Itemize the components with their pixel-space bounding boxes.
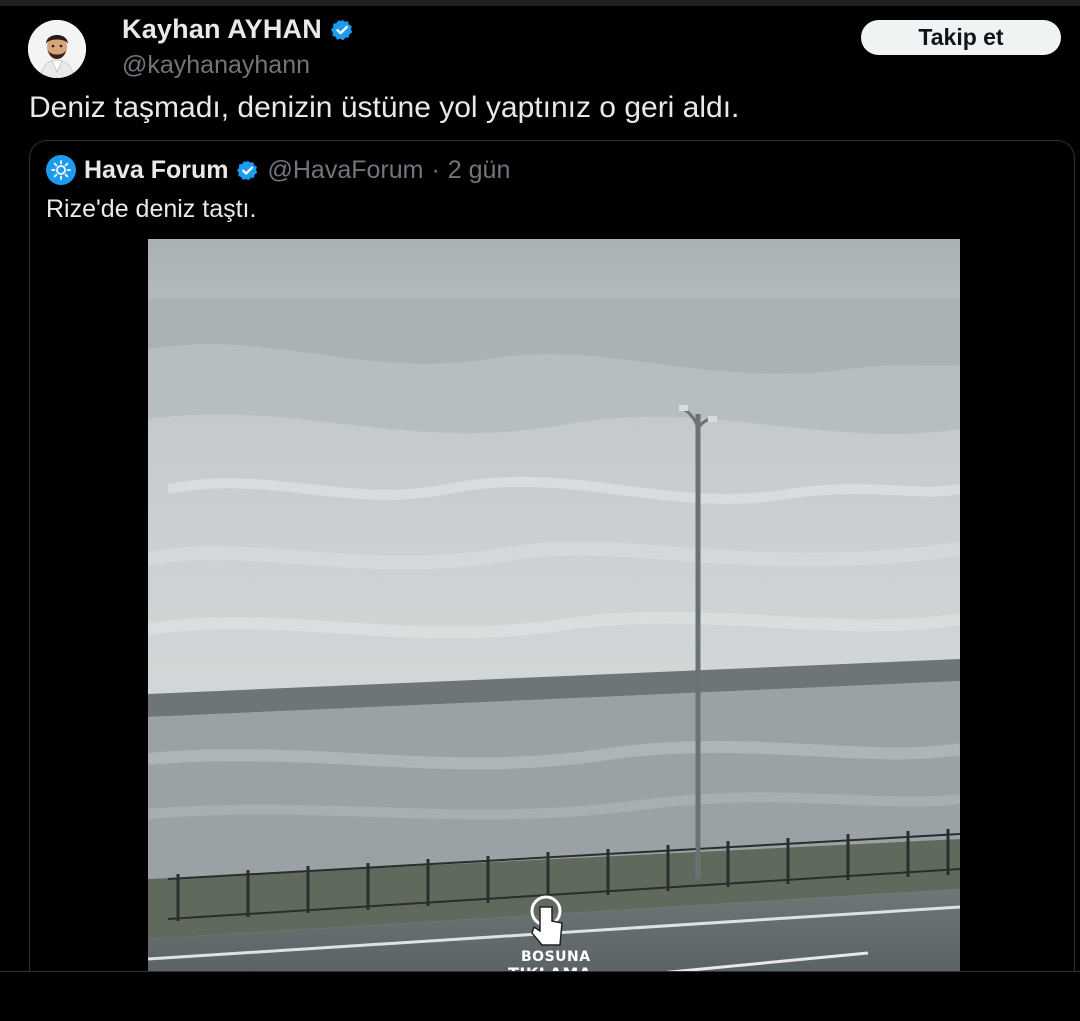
quoted-tweet-card[interactable]: Hava Forum @HavaForum · 2 gün Rize'de de… [29, 140, 1075, 1000]
quoted-author-avatar[interactable] [46, 155, 76, 185]
video-thumbnail[interactable]: BOSUNA TIKLAMA [148, 239, 960, 979]
quoted-author-handle[interactable]: @HavaForum [267, 156, 423, 185]
tweet-header: Kayhan AYHAN @kayhanayhann Takip et [0, 8, 1080, 86]
author-handle[interactable]: @kayhanayhann [122, 51, 310, 80]
verified-badge-icon [330, 19, 353, 40]
author-display-name[interactable]: Kayhan AYHAN [122, 14, 322, 45]
sea-flood-image [148, 239, 960, 979]
author-name-row: Kayhan AYHAN [122, 14, 354, 45]
quoted-author-name[interactable]: Hava Forum [84, 156, 228, 185]
media-overlay-text-1: BOSUNA [521, 949, 591, 965]
author-avatar[interactable] [28, 20, 86, 78]
quoted-tweet-text: Rize'de deniz taştı. [46, 195, 257, 223]
person-portrait-icon [28, 20, 86, 78]
top-divider [0, 0, 1080, 6]
separator-dot: · [431, 155, 440, 184]
quoted-timestamp[interactable]: 2 gün [448, 156, 511, 185]
verified-badge-icon [237, 159, 258, 180]
tweet-page: Kayhan AYHAN @kayhanayhann Takip et Deni… [0, 0, 1080, 1021]
tweet-text: Deniz taşmadı, denizin üstüne yol yaptın… [29, 91, 740, 124]
bottom-bar [0, 971, 1080, 1021]
follow-button[interactable]: Takip et [861, 20, 1061, 55]
weather-sun-cloud-icon [51, 160, 71, 180]
quoted-tweet-header: Hava Forum @HavaForum · 2 gün [46, 155, 510, 185]
